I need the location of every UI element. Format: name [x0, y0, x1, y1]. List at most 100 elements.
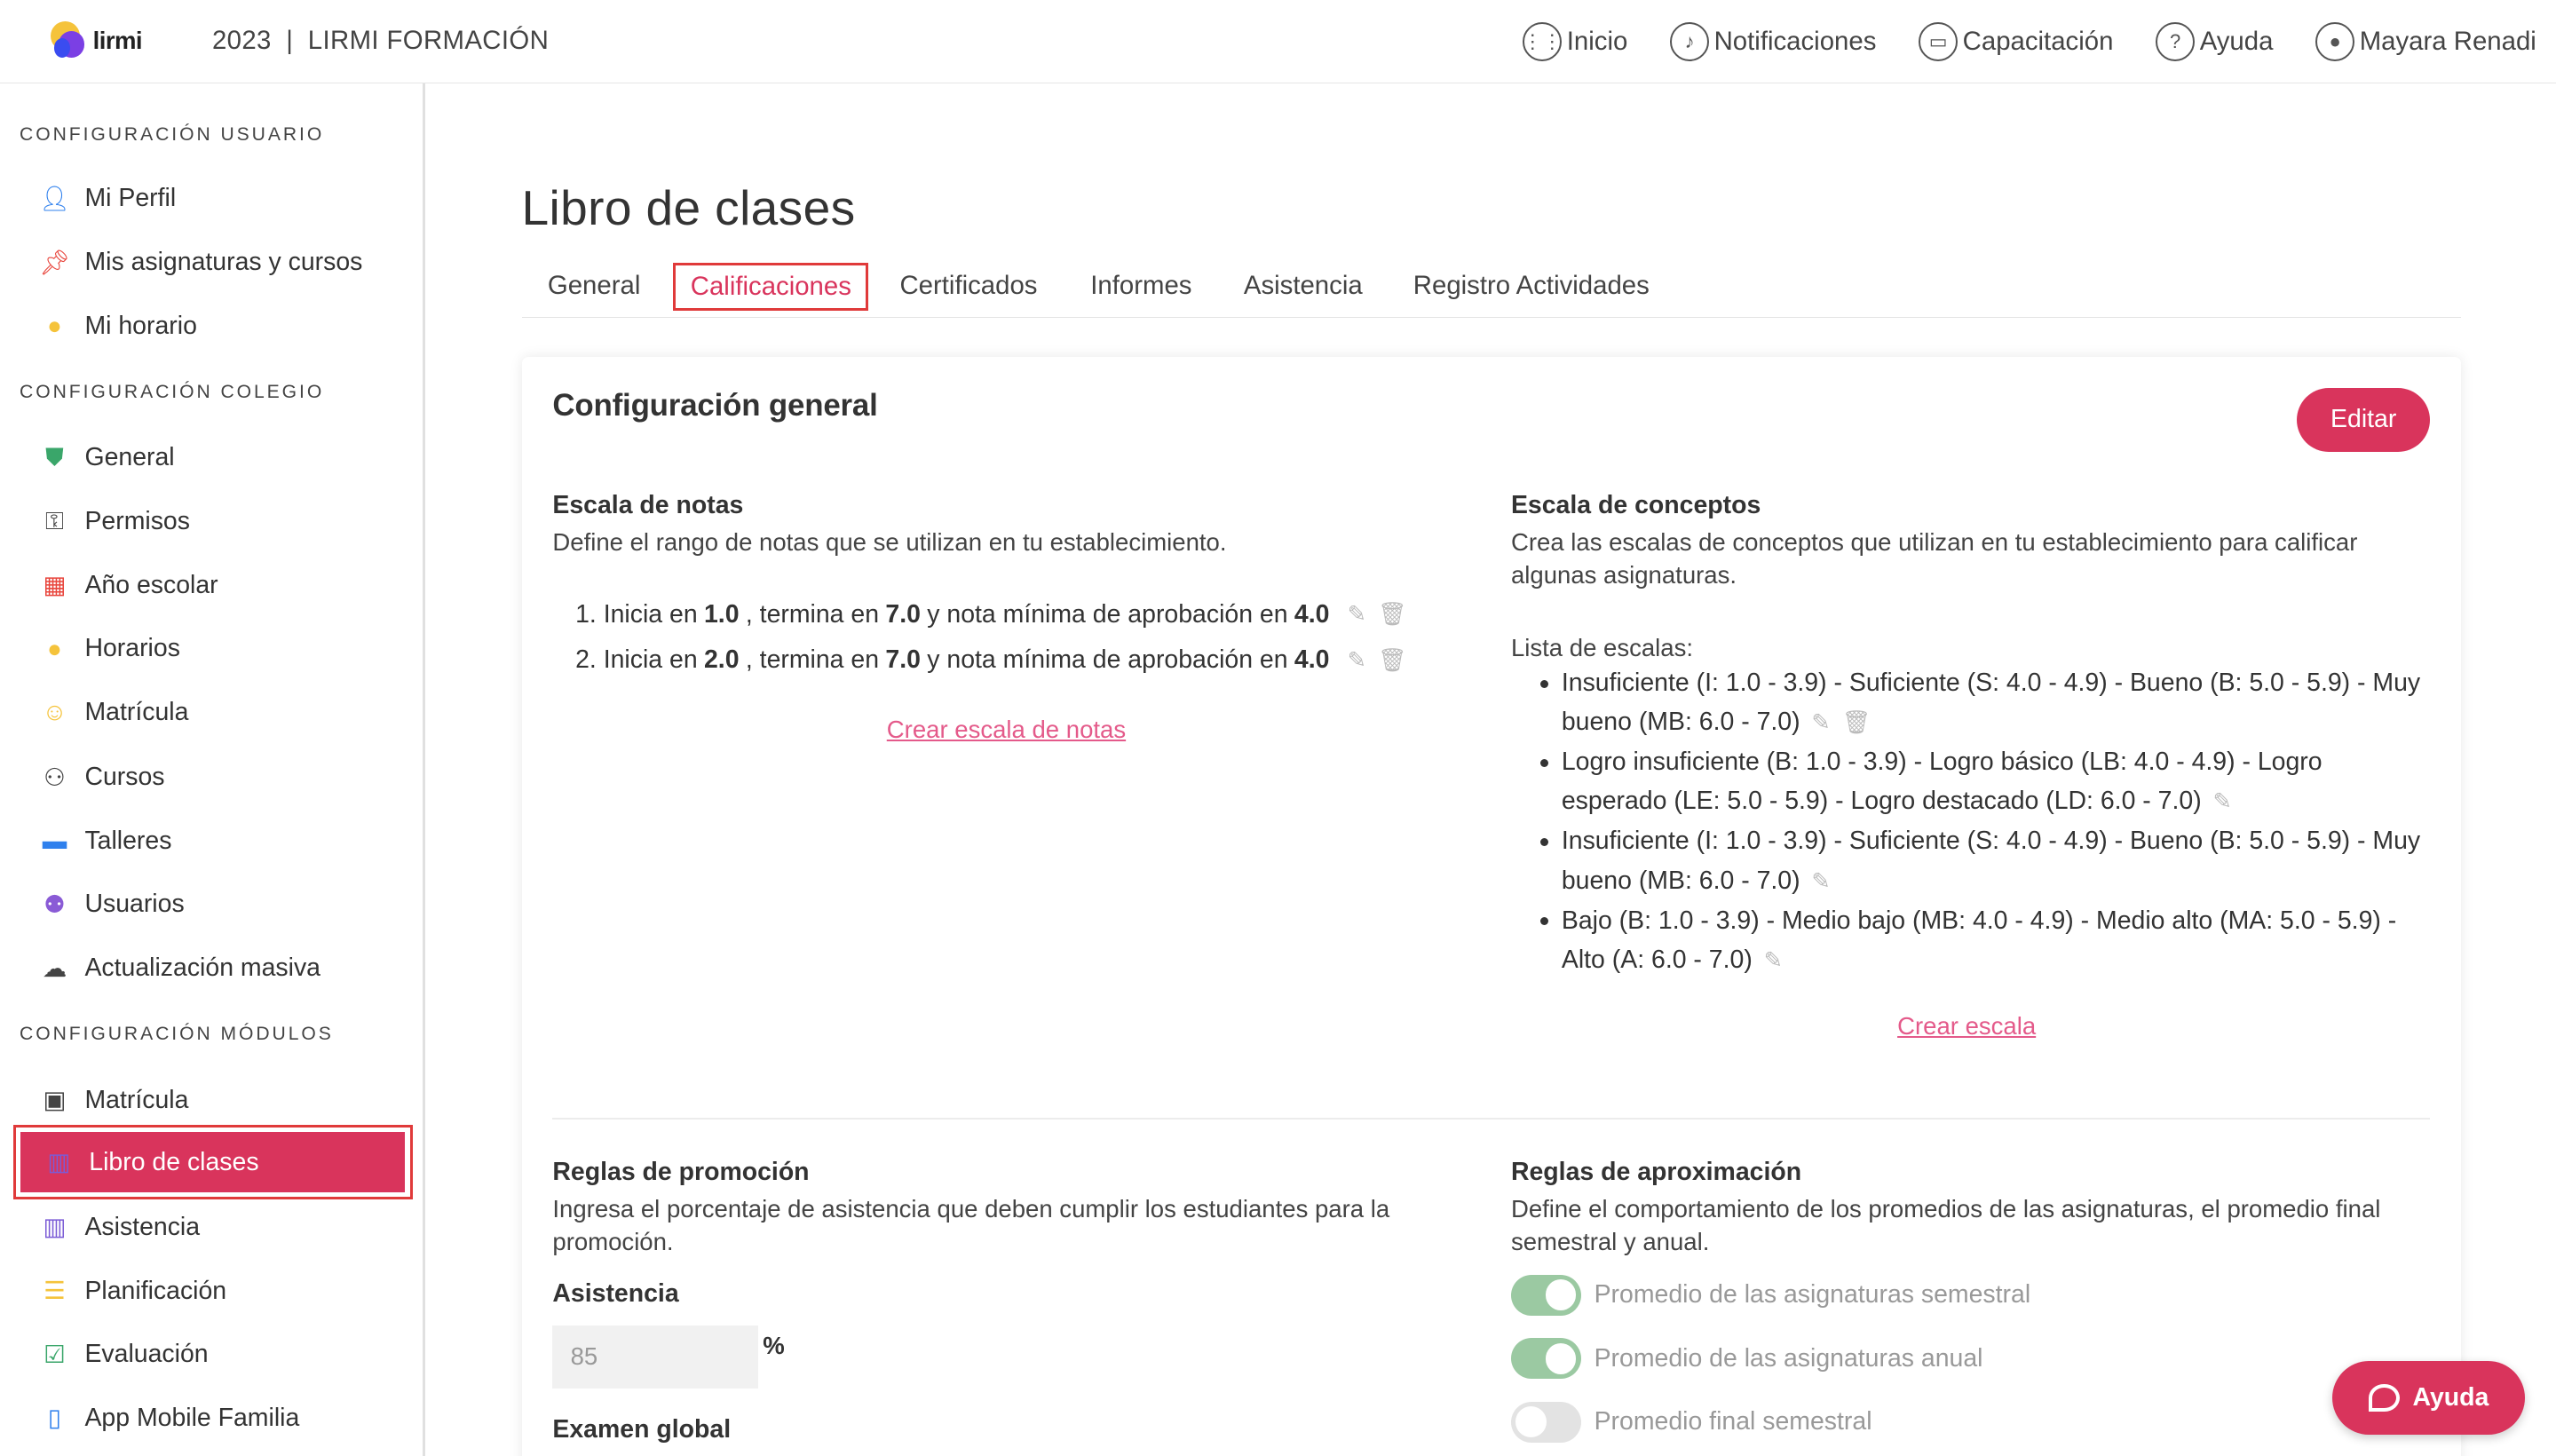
nav-notificaciones[interactable]: ♪ Notificaciones: [1670, 21, 1877, 61]
scale-min: 4.0: [1294, 599, 1330, 629]
sidebar-item-active-bg: ▥ Libro de clases: [20, 1132, 405, 1192]
clock-icon: ●: [47, 312, 62, 340]
pencil-icon[interactable]: ✎: [1811, 703, 1831, 742]
sidebar-item-label: Matrícula: [84, 1085, 189, 1114]
sidebar-item-asistencia[interactable]: ▥ Asistencia: [36, 1207, 200, 1246]
notes-scale-title: Escala de notas: [552, 490, 744, 519]
tab-calificaciones[interactable]: Calificaciones: [673, 262, 869, 312]
sidebar-item-planificacion[interactable]: ☰ Planificación: [36, 1271, 226, 1310]
toggle-label: Promedio de las asignaturas anual: [1594, 1343, 1983, 1373]
sidebar-item-label: Libro de clases: [89, 1147, 259, 1176]
id-card-icon: ▣: [43, 1086, 67, 1114]
sidebar-item-label: Asistencia: [84, 1212, 201, 1241]
sidebar-item-cursos[interactable]: ⚇ Cursos: [36, 758, 164, 797]
notes-icon: ☰: [44, 1277, 66, 1305]
separator: |: [286, 26, 294, 56]
edit-button[interactable]: Editar: [2296, 387, 2431, 452]
cloud-upload-icon: ☁: [42, 954, 67, 982]
shield-icon: ⛊: [45, 443, 64, 471]
promotion-rules-title: Reglas de promoción: [552, 1157, 810, 1186]
nav-label: Inicio: [1566, 26, 1628, 56]
sidebar-item-label: Mis asignaturas y cursos: [84, 248, 363, 277]
sidebar-item-label: Planificación: [84, 1276, 227, 1305]
nav-inicio[interactable]: ⋮⋮ Inicio: [1523, 21, 1628, 61]
sidebar-item-mi-perfil[interactable]: 👤︎ Mi Perfil: [36, 179, 176, 218]
sidebar-item-matricula-colegio[interactable]: ☺ Matrícula: [36, 692, 188, 732]
sidebar-item-libro-de-clases[interactable]: ▥ Libro de clases: [12, 1124, 413, 1200]
brand-name: lirmi: [92, 27, 143, 55]
toggle-row: Promedio de las asignaturas anual: [1510, 1338, 1983, 1380]
scale-start: 1.0: [703, 599, 740, 629]
pencil-icon[interactable]: ✎: [1348, 647, 1367, 674]
attendance-input[interactable]: [552, 1325, 758, 1389]
sidebar-item-evaluacion[interactable]: ☑ Evaluación: [36, 1335, 208, 1374]
sidebar-item-talleres[interactable]: ▬ Talleres: [36, 821, 172, 860]
card-title: Configuración general: [552, 387, 878, 423]
brand[interactable]: lirmi: [50, 21, 143, 60]
sidebar-item-actualizacion-masiva[interactable]: ☁ Actualización masiva: [36, 949, 320, 988]
nav-label: Notificaciones: [1713, 26, 1877, 56]
trash-icon[interactable]: 🗑︎: [1842, 703, 1871, 742]
toggle-label: Promedio final semestral: [1594, 1407, 1872, 1436]
toggle-promedio-asignaturas-semestral[interactable]: [1510, 1274, 1581, 1316]
nav-capacitacion[interactable]: ▭ Capacitación: [1919, 21, 2114, 61]
sidebar-item-usuarios[interactable]: ⚉ Usuarios: [36, 885, 185, 924]
tab-certificados[interactable]: Certificados: [899, 271, 1037, 301]
sidebar-item-mi-horario[interactable]: ● Mi horario: [36, 306, 197, 345]
nav-user-menu[interactable]: ● Mayara Renadi: [2315, 21, 2536, 61]
trash-icon[interactable]: 🗑︎: [1378, 647, 1407, 674]
page-title: Libro de clases: [521, 179, 856, 235]
sidebar-item-label: App Mobile Familia: [84, 1403, 300, 1432]
nav-label: Mayara Renadi: [2359, 26, 2536, 56]
sidebar-item-permisos[interactable]: ⚿ Permisos: [36, 502, 190, 541]
nav-label: Ayuda: [2199, 26, 2274, 56]
sidebar-item-label: General: [84, 443, 175, 472]
tab-general[interactable]: General: [548, 271, 640, 301]
pencil-icon[interactable]: ✎: [2213, 782, 2233, 821]
toggle-knob: [1545, 1342, 1577, 1374]
sidebar-item-general[interactable]: ⛊ General: [36, 439, 174, 478]
section-divider: [552, 1118, 2431, 1120]
scale-end: 7.0: [885, 599, 921, 629]
sidebar-item-horarios[interactable]: ● Horarios: [36, 629, 180, 669]
concept-scale-title: Escala de conceptos: [1510, 490, 1761, 519]
attendance-label: Asistencia: [552, 1279, 679, 1309]
concept-scale-text: Insuficiente (I: 1.0 - 3.9) - Suficiente…: [1561, 827, 2421, 895]
sidebar-item-matricula-modulo[interactable]: ▣ Matrícula: [36, 1080, 188, 1120]
create-notes-scale-link[interactable]: Crear escala de notas: [887, 716, 1126, 744]
item-number: 2.: [575, 645, 597, 675]
concept-scale-text: Bajo (B: 1.0 - 3.9) - Medio bajo (MB: 4.…: [1561, 906, 2397, 974]
tab-informes[interactable]: Informes: [1090, 271, 1191, 301]
sidebar-item-label: Talleres: [84, 826, 172, 855]
section-title-usuario: CONFIGURACIÓN USUARIO: [20, 123, 325, 145]
create-concept-scale-link[interactable]: Crear escala: [1897, 1012, 2036, 1041]
tab-registro-actividades[interactable]: Registro Actividades: [1413, 271, 1650, 301]
top-bar: lirmi 2023 | LIRMI FORMACIÓN ⋮⋮ Inicio ♪ Not…: [0, 0, 2556, 83]
toggle-promedio-final-semestral[interactable]: [1510, 1401, 1581, 1443]
book-icon: ▥: [43, 1213, 67, 1241]
section-title-colegio: CONFIGURACIÓN COLEGIO: [20, 381, 325, 402]
toggle-promedio-asignaturas-anual[interactable]: [1510, 1338, 1581, 1380]
calendar-icon: ▦: [43, 571, 67, 599]
users-icon: ⚇: [44, 763, 66, 791]
trash-icon[interactable]: 🗑︎: [1378, 601, 1407, 628]
lirmi-logo-icon: [50, 21, 86, 60]
help-chat-button[interactable]: Ayuda: [2332, 1361, 2525, 1435]
concept-scale-description: Crea las escalas de conceptos que utiliz…: [1510, 528, 2358, 589]
pencil-icon[interactable]: ✎: [1348, 601, 1367, 628]
sidebar: CONFIGURACIÓN USUARIO 👤︎ Mi Perfil 📌︎ Mis …: [0, 83, 426, 1456]
nav-ayuda[interactable]: ? Ayuda: [2156, 21, 2274, 61]
pencil-icon[interactable]: ✎: [1764, 941, 1784, 980]
org-name: LIRMI FORMACIÓN: [307, 26, 550, 56]
sidebar-item-label: Horarios: [84, 634, 180, 663]
sidebar-item-mis-asignaturas[interactable]: 📌︎ Mis asignaturas y cursos: [36, 243, 362, 282]
toggle-knob: [1515, 1406, 1547, 1438]
concept-scale-list: Insuficiente (I: 1.0 - 3.9) - Suficiente…: [1511, 663, 2432, 980]
sidebar-item-app-mobile[interactable]: ▯ App Mobile Familia: [36, 1398, 299, 1437]
notes-scale-item: 1. Inicia en 1.0, termina en 7.0 y nota mín…: [575, 600, 1407, 629]
sidebar-item-ano-escolar[interactable]: ▦ Año escolar: [36, 566, 218, 605]
pencil-icon[interactable]: ✎: [1811, 862, 1831, 901]
tab-asistencia[interactable]: Asistencia: [1244, 271, 1363, 301]
nav-label: Capacitación: [1962, 26, 2114, 56]
toggle-row: Promedio final semestral: [1510, 1401, 1872, 1443]
